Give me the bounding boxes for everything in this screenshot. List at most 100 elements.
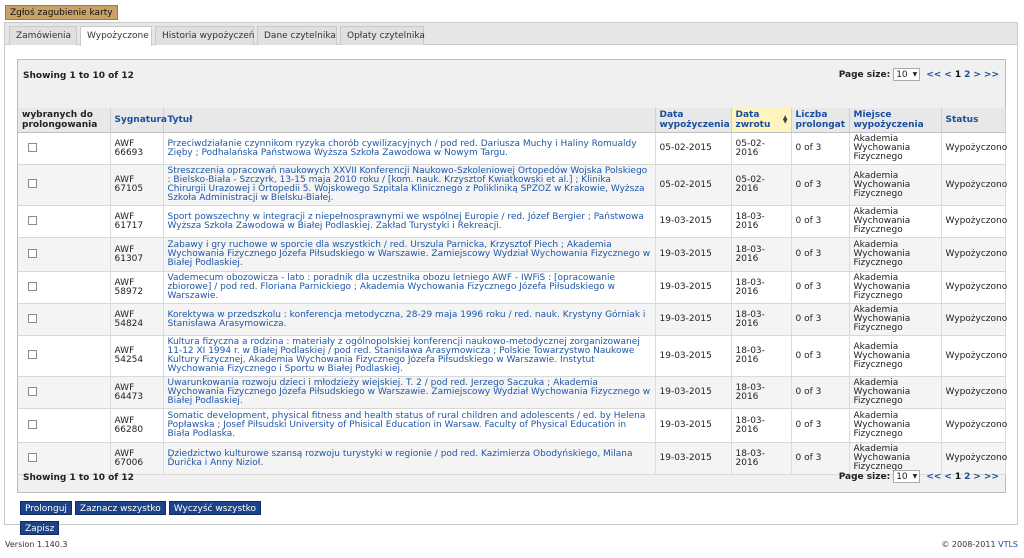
due-date-cell: 18-03-2016 (731, 205, 792, 238)
renew-checkbox[interactable] (28, 281, 37, 291)
renew-checkbox[interactable] (28, 179, 37, 188)
status-cell: Wypożyczono (941, 164, 1007, 206)
table-body: AWF 66693 Przeciwdziałanie czynnikom ryzy… (18, 132, 1007, 475)
renew-checkbox[interactable] (28, 215, 37, 225)
next-page-link-bottom[interactable]: > (973, 472, 981, 482)
due-date-cell: 05-02-2016 (731, 164, 792, 206)
renewals-cell: 0 of 3 (791, 132, 850, 165)
loan-date-cell: 19-03-2015 (655, 271, 732, 304)
renew-checkbox[interactable] (28, 419, 37, 429)
due-date-cell: 05-02-2016 (731, 132, 792, 165)
loan-date-cell: 19-03-2015 (655, 237, 732, 272)
page-2-link[interactable]: 2 (964, 70, 970, 80)
table-row: AWF 58972 Vademecum obozowicza - lato : p… (18, 271, 1007, 304)
prev-page-link-bottom[interactable]: < (944, 472, 952, 482)
tab-loan-history[interactable]: Historia wypożyczeń (155, 26, 254, 45)
loan-date-cell: 19-03-2015 (655, 205, 732, 238)
renew-checkbox[interactable] (28, 386, 37, 396)
col-header-loan-date[interactable]: Data wypożyczenia (655, 108, 732, 133)
title-link[interactable]: Vademecum obozowicza - lato : poradnik d… (163, 271, 656, 304)
col-header-status[interactable]: Status (941, 108, 1006, 133)
renew-checkbox-cell (18, 271, 111, 304)
signature-cell: AWF 54824 (110, 303, 164, 336)
location-cell: Akademia Wychowania Fizycznego (849, 376, 942, 409)
table-row: AWF 61307 Zabawy i gry ruchowe w sporcie … (18, 237, 1007, 272)
pager-controls-bottom: Page size: 10 ▼ << < 1 2 > >> (839, 470, 999, 483)
due-date-cell: 18-03-2016 (731, 335, 792, 377)
tab-borrowed[interactable]: Wypożyczone (80, 26, 152, 46)
col-header-title[interactable]: Tytuł (163, 108, 656, 133)
page-size-label-bottom: Page size: (838, 471, 891, 482)
select-all-button[interactable]: Zaznacz wszystko (74, 501, 166, 515)
page-size-select[interactable]: 10 ▼ (893, 68, 921, 81)
col-header-due-date[interactable]: Data zwrotu ▲ ▼ (731, 108, 792, 133)
table-row: AWF 66280 Somatic development, physical f… (18, 408, 1007, 443)
title-link[interactable]: Sport powszechny w integracji z niepełno… (163, 205, 656, 238)
tab-reader-fees[interactable]: Opłaty czytelnika (340, 26, 425, 45)
current-page-bottom: 1 (954, 471, 962, 482)
sort-icon: ▲ ▼ (782, 114, 788, 125)
report-lost-card-button[interactable]: Zgłoś zagubienie karty (5, 5, 118, 20)
clear-all-button[interactable]: Wyczyść wszystko (168, 501, 262, 515)
renew-checkbox-cell (18, 335, 111, 377)
page-size-select-bottom[interactable]: 10 ▼ (893, 470, 921, 483)
title-link[interactable]: Uwarunkowania rozwoju dzieci i młodzieży… (163, 376, 656, 409)
first-page-link-bottom[interactable]: << (926, 472, 941, 482)
next-page-link[interactable]: > (973, 70, 981, 80)
title-link[interactable]: Kultura fizyczna a rodzina : materiały z… (163, 335, 656, 377)
page-size-label: Page size: (838, 69, 891, 80)
showing-count-bottom: Showing 1 to 10 of 12 (23, 473, 134, 483)
tab-bar: Zamówienia Wypożyczone Historia wypożycz… (5, 23, 1017, 46)
status-cell: Wypożyczono (941, 408, 1007, 443)
renew-checkbox-cell (18, 164, 111, 206)
chevron-down-icon: ▼ (912, 71, 918, 78)
title-link[interactable]: Przeciwdziałanie czynnikom ryzyka chorób… (163, 132, 656, 165)
first-page-link[interactable]: << (926, 70, 941, 80)
vtls-link[interactable]: VTLS (998, 540, 1018, 549)
renew-checkbox[interactable] (28, 313, 37, 323)
tab-reader-data[interactable]: Dane czytelnika (257, 26, 337, 45)
due-date-cell: 18-03-2016 (731, 376, 792, 409)
page-2-link-bottom[interactable]: 2 (964, 472, 970, 482)
renew-checkbox-cell (18, 205, 111, 238)
col-header-renewals[interactable]: Liczba prolongat (791, 108, 850, 133)
signature-cell: AWF 67105 (110, 164, 164, 206)
last-page-link[interactable]: >> (984, 70, 999, 80)
location-cell: Akademia Wychowania Fizycznego (849, 164, 942, 206)
page-size-value: 10 (896, 69, 908, 80)
renew-checkbox[interactable] (28, 452, 37, 462)
tab-orders[interactable]: Zamówienia (9, 26, 77, 45)
renewals-cell: 0 of 3 (791, 376, 850, 409)
page-size-value-bottom: 10 (896, 471, 908, 482)
renewals-cell: 0 of 3 (791, 303, 850, 336)
loans-grid-container: Showing 1 to 10 of 12 Page size: 10 ▼ <<… (17, 59, 1007, 493)
loan-date-cell: 19-03-2015 (655, 376, 732, 409)
main-panel: Zamówienia Wypożyczone Historia wypożycz… (4, 22, 1018, 535)
status-cell: Wypożyczono (941, 271, 1007, 304)
renew-checkbox[interactable] (28, 142, 37, 152)
title-link[interactable]: Somatic development, physical fitness an… (163, 408, 656, 443)
col-header-signature[interactable]: Sygnatura (110, 108, 167, 133)
prev-page-link[interactable]: < (944, 70, 952, 80)
title-link[interactable]: Zabawy i gry ruchowe w sporcie dla wszys… (163, 237, 656, 272)
col-header-location[interactable]: Miejsce wypożyczenia (849, 108, 942, 133)
status-cell: Wypożyczono (941, 237, 1007, 272)
table-row: AWF 54254 Kultura fizyczna a rodzina : ma… (18, 335, 1007, 377)
loan-date-cell: 19-03-2015 (655, 335, 732, 377)
due-date-cell: 18-03-2016 (731, 271, 792, 304)
save-button[interactable]: Zapisz (20, 521, 60, 535)
last-page-link-bottom[interactable]: >> (984, 472, 999, 482)
renewals-cell: 0 of 3 (791, 408, 850, 443)
title-link[interactable]: Streszczenia opracowań naukowych XXVII K… (163, 164, 656, 206)
renew-checkbox-cell (18, 303, 111, 336)
renewals-cell: 0 of 3 (791, 271, 850, 304)
signature-cell: AWF 54254 (110, 335, 164, 377)
title-link[interactable]: Korektywa w przedszkolu : konferencja me… (163, 303, 656, 336)
due-date-cell: 18-03-2016 (731, 303, 792, 336)
renew-button[interactable]: Prolonguj (20, 501, 72, 515)
renew-checkbox-cell (18, 408, 111, 443)
renew-checkbox[interactable] (28, 248, 37, 258)
renew-checkbox[interactable] (28, 350, 37, 359)
location-cell: Akademia Wychowania Fizycznego (849, 132, 942, 165)
table-row: AWF 67105 Streszczenia opracowań naukowyc… (18, 164, 1007, 206)
